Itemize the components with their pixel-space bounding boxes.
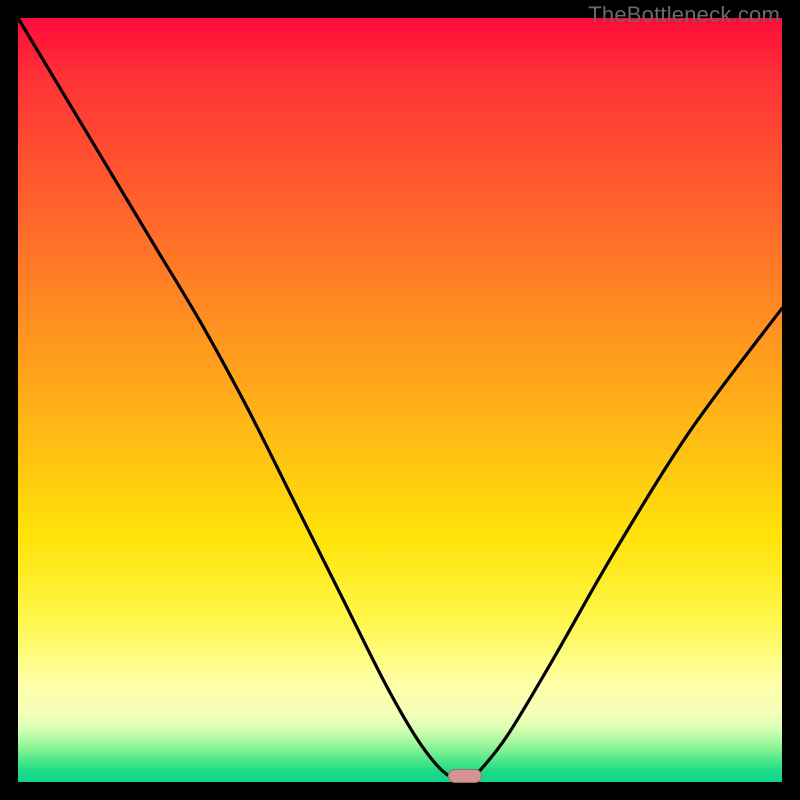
chart-frame: TheBottleneck.com xyxy=(0,0,800,800)
watermark-text: TheBottleneck.com xyxy=(588,2,780,28)
minimum-marker xyxy=(448,769,482,783)
bottleneck-curve xyxy=(18,18,782,782)
plot-area xyxy=(18,18,782,782)
